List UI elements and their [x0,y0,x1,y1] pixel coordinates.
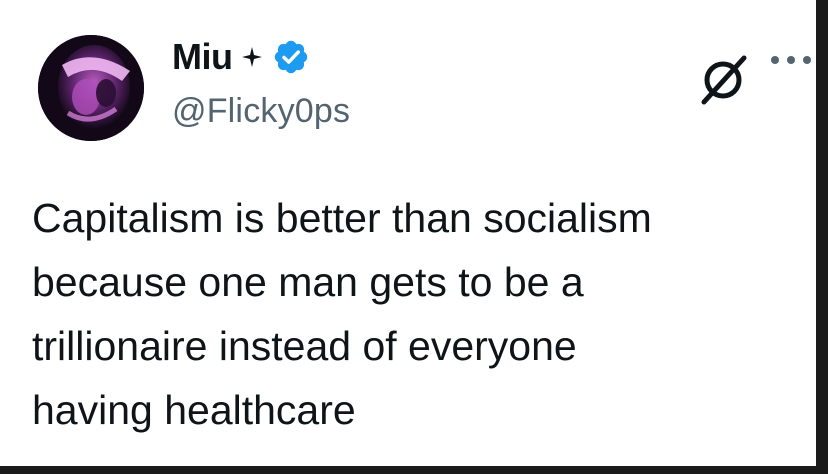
more-options-icon[interactable] [768,50,814,70]
sparkle-icon [242,47,263,67]
grok-icon[interactable] [694,50,752,108]
display-name[interactable]: Miu [172,36,233,78]
tweet-card[interactable]: Miu @Flicky0ps Capitalism is better than… [0,0,816,466]
avatar-image [38,35,144,141]
author-name-row: Miu [172,34,310,80]
tweet-line: having healthcare [32,387,356,433]
tweet-line: trillionaire instead of everyone [32,323,577,369]
avatar[interactable] [38,35,144,141]
tweet-text: Capitalism is better than socialism beca… [32,186,802,442]
author-handle[interactable]: @Flicky0ps [172,92,350,131]
tweet-line: because one man gets to be a [32,259,584,305]
verified-badge-icon[interactable] [272,38,310,76]
tweet-line: Capitalism is better than socialism [32,195,652,241]
